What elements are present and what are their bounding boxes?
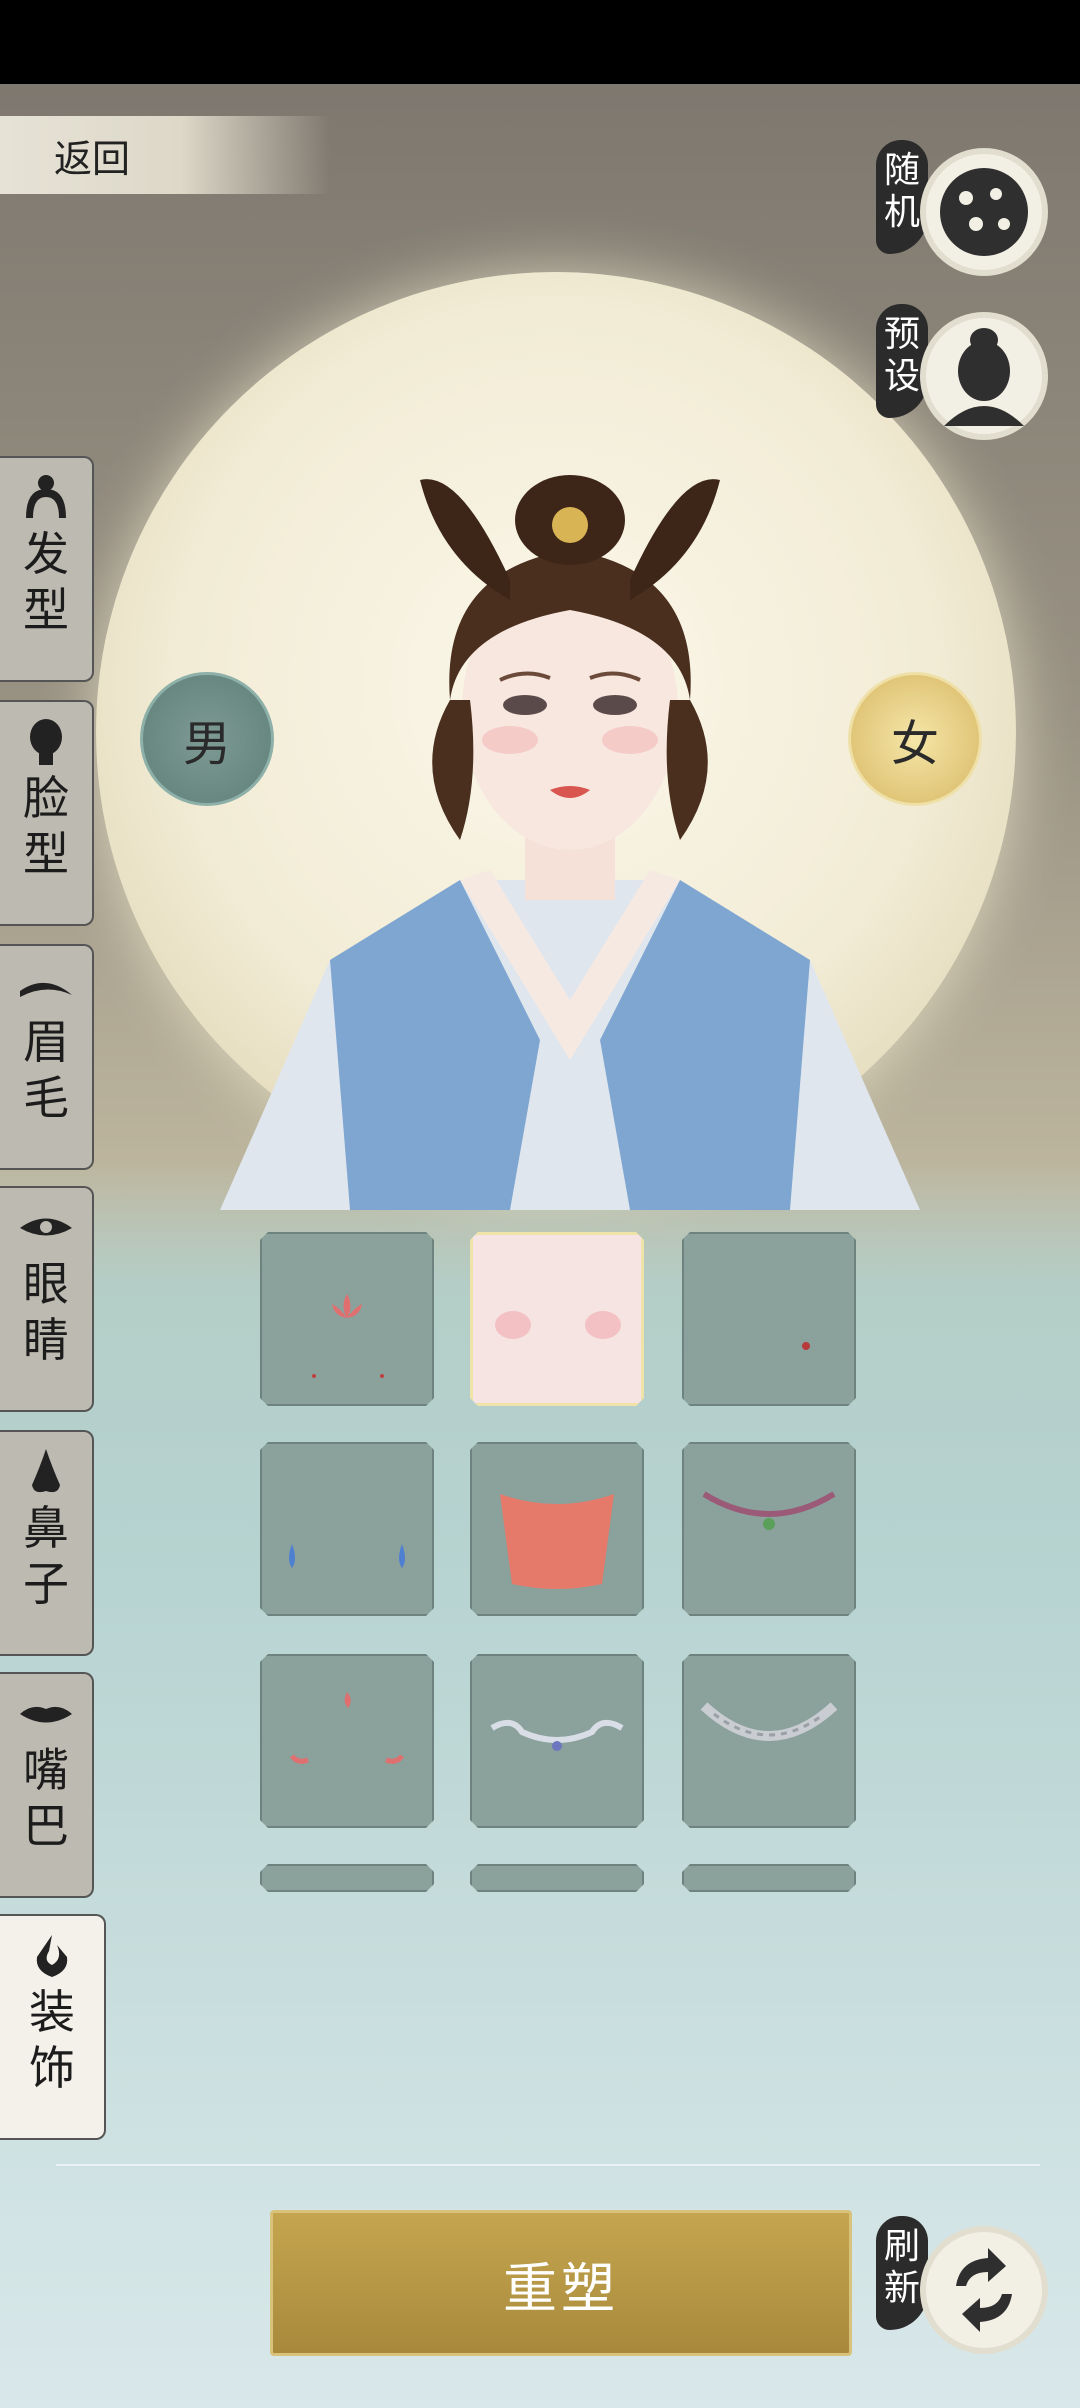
eye-icon — [18, 1200, 74, 1256]
refresh-label: 刷新 — [883, 2226, 920, 2309]
veil-icon — [472, 1444, 642, 1614]
accessory-red-petal-marks[interactable] — [260, 1654, 434, 1828]
necklace-icon — [684, 1444, 854, 1614]
silver-necklace-icon — [472, 1656, 642, 1826]
refresh-button[interactable] — [920, 2226, 1048, 2354]
refresh-icon — [956, 2248, 1012, 2332]
ornament-icon — [24, 1928, 80, 1984]
choker-icon — [684, 1656, 854, 1826]
tab-hairstyle[interactable]: 发型 — [0, 456, 94, 682]
preset-label-badge: 预设 — [876, 304, 928, 418]
refresh-label-badge: 刷新 — [876, 2216, 928, 2330]
accessory-partial-row[interactable] — [682, 1864, 856, 1892]
status-bar — [0, 0, 1080, 84]
accessory-partial-row[interactable] — [470, 1864, 644, 1892]
tab-hairstyle-label: 发型 — [23, 527, 69, 637]
remodel-button[interactable]: 重塑 — [270, 2210, 852, 2356]
accessory-partial-row[interactable] — [260, 1864, 434, 1892]
tab-ornaments[interactable]: 装饰 — [0, 1914, 106, 2140]
blush-icon — [473, 1235, 643, 1405]
tab-eyebrows[interactable]: 眉毛 — [0, 944, 94, 1170]
eyebrow-icon — [18, 958, 74, 1014]
accessory-jade-necklace[interactable] — [682, 1442, 856, 1616]
silhouette-icon — [944, 328, 1024, 426]
accessory-rosy-cheek-blush[interactable] — [470, 1232, 644, 1406]
dice-icon — [940, 168, 1028, 256]
tab-face-shape[interactable]: 脸型 — [0, 700, 94, 926]
random-label: 随机 — [883, 150, 920, 233]
accessory-lotus-forehead-mark[interactable] — [260, 1232, 434, 1406]
tab-nose[interactable]: 鼻子 — [0, 1430, 94, 1656]
male-button[interactable]: 男 — [140, 672, 274, 806]
lips-icon — [18, 1686, 74, 1742]
preset-label: 预设 — [883, 314, 920, 397]
earring-icon — [262, 1444, 432, 1614]
accessory-lattice-choker[interactable] — [682, 1654, 856, 1828]
tab-eyes[interactable]: 眼睛 — [0, 1186, 94, 1412]
male-label: 男 — [182, 716, 231, 772]
accessory-beauty-mark-dot[interactable] — [682, 1232, 856, 1406]
tab-ornaments-label: 装饰 — [29, 1985, 75, 2095]
tab-face-shape-label: 脸型 — [23, 771, 69, 881]
face-head-icon — [18, 714, 74, 770]
nose-icon — [18, 1444, 74, 1500]
female-button[interactable]: 女 — [848, 672, 982, 806]
beauty-mark-icon — [684, 1234, 854, 1404]
random-label-badge: 随机 — [876, 140, 928, 254]
accessory-red-veil[interactable] — [470, 1442, 644, 1616]
tab-nose-label: 鼻子 — [23, 1501, 69, 1611]
divider — [56, 2164, 1040, 2166]
back-label: 返回 — [54, 136, 131, 181]
tab-mouth-label: 嘴巴 — [23, 1743, 69, 1853]
accessory-silver-necklace[interactable] — [470, 1654, 644, 1828]
remodel-label: 重塑 — [503, 2256, 619, 2320]
tab-eyebrows-label: 眉毛 — [23, 1015, 69, 1125]
lotus-mark-icon — [262, 1234, 432, 1404]
hair-bun-icon — [18, 470, 74, 526]
tab-mouth[interactable]: 嘴巴 — [0, 1672, 94, 1898]
preset-button[interactable] — [920, 312, 1048, 440]
accessory-blue-drop-earrings[interactable] — [260, 1442, 434, 1616]
random-button[interactable] — [920, 148, 1048, 276]
character-portrait — [220, 475, 920, 1210]
female-label: 女 — [890, 716, 939, 772]
tab-eyes-label: 眼睛 — [23, 1257, 69, 1367]
petal-marks-icon — [262, 1656, 432, 1826]
back-button[interactable]: 返回 — [0, 116, 330, 194]
